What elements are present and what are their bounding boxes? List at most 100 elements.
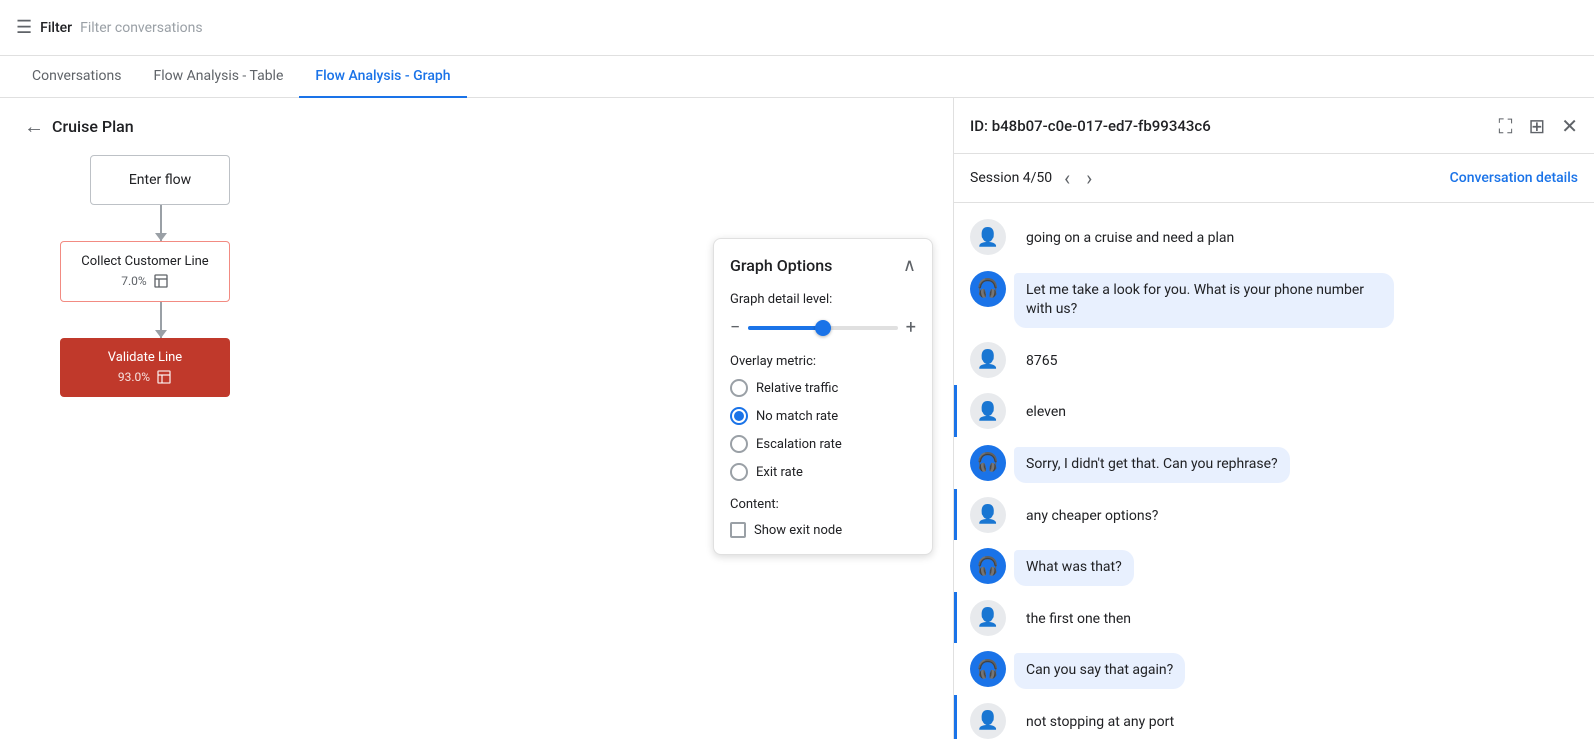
user-avatar-icon: 👤 [977, 401, 999, 422]
validate-node-title: Validate Line [76, 350, 214, 365]
conversation-details-link[interactable]: Conversation details [1450, 170, 1578, 186]
filter-bar: ☰ Filter Filter conversations [0, 0, 1594, 56]
radio-outer-exit [730, 463, 748, 481]
message-bubble: Can you say that again? [1014, 653, 1185, 689]
avatar: 👤 [970, 393, 1006, 429]
avatar: 🎧 [970, 651, 1006, 687]
graph-options-title: Graph Options [730, 256, 832, 275]
close-icon[interactable]: ✕ [1561, 114, 1578, 138]
prev-session-button[interactable]: ‹ [1060, 162, 1074, 194]
message-bubble: going on a cruise and need a plan [1014, 221, 1246, 257]
content-label: Content: [730, 497, 916, 512]
slider-thumb[interactable] [815, 320, 831, 336]
overlay-metric-label: Overlay metric: [730, 354, 916, 369]
radio-label-exit: Exit rate [756, 465, 803, 480]
slider-track[interactable] [748, 326, 897, 330]
radio-outer-escalation [730, 435, 748, 453]
filter-input-placeholder[interactable]: Filter conversations [80, 20, 202, 36]
avatar: 🎧 [970, 271, 1006, 307]
message-bubble: any cheaper options? [1014, 499, 1170, 535]
avatar: 🎧 [970, 548, 1006, 584]
radio-group: Relative traffic No match rate Escalatio… [730, 379, 916, 481]
graph-options-panel: Graph Options ∧ Graph detail level: − + … [713, 238, 933, 555]
bot-avatar-icon: 🎧 [977, 659, 999, 680]
header-icons: ⛶ ⊞ ✕ [1498, 114, 1578, 138]
bot-avatar-icon: 🎧 [977, 452, 999, 473]
enter-flow-node[interactable]: Enter flow [90, 155, 230, 205]
show-exit-node-checkbox[interactable]: Show exit node [730, 522, 916, 538]
collect-node[interactable]: Collect Customer Line 7.0% [60, 241, 230, 302]
message-bubble: eleven [1014, 395, 1078, 431]
message-bubble: Sorry, I didn't get that. Can you rephra… [1014, 447, 1290, 483]
tab-flow-table[interactable]: Flow Analysis - Table [137, 56, 299, 98]
validate-node[interactable]: Validate Line 93.0% [60, 338, 230, 397]
avatar: 👤 [970, 703, 1006, 739]
avatar: 👤 [970, 497, 1006, 533]
fullscreen-icon[interactable]: ⛶ [1498, 114, 1512, 138]
user-avatar-icon: 👤 [977, 710, 999, 731]
message-bubble: the first one then [1014, 602, 1143, 638]
graph-options-collapse[interactable]: ∧ [903, 255, 916, 276]
session-label: Session 4/50 [970, 170, 1052, 186]
checkbox-label: Show exit node [754, 523, 842, 538]
bot-avatar-icon: 🎧 [977, 556, 999, 577]
conversation-id: ID: b48b07-c0e-017-ed7-fb99343c6 [970, 117, 1211, 135]
message-row: 🎧 Can you say that again? [954, 643, 1594, 695]
radio-relative-traffic[interactable]: Relative traffic [730, 379, 916, 397]
avatar: 👤 [970, 600, 1006, 636]
slider-plus-button[interactable]: + [906, 317, 916, 338]
message-row: 👤 any cheaper options? [954, 489, 1594, 541]
tab-flow-graph[interactable]: Flow Analysis - Graph [299, 56, 466, 98]
validate-node-stats: 93.0% [76, 369, 214, 385]
graph-options-header: Graph Options ∧ [730, 255, 916, 276]
conversation-header: ID: b48b07-c0e-017-ed7-fb99343c6 ⛶ ⊞ ✕ [954, 98, 1594, 154]
validate-stat-value: 93.0% [118, 370, 150, 384]
page-title: Cruise Plan [52, 117, 134, 136]
validate-stat-icon [156, 369, 172, 385]
radio-no-match-rate[interactable]: No match rate [730, 407, 916, 425]
message-bubble: not stopping at any port [1014, 705, 1186, 739]
message-bubble: What was that? [1014, 550, 1134, 586]
user-avatar-icon: 👤 [977, 504, 999, 525]
message-row: 👤 8765 [954, 334, 1594, 386]
message-row: 👤 the first one then [954, 592, 1594, 644]
radio-label-no-match: No match rate [756, 409, 838, 424]
radio-outer-no-match [730, 407, 748, 425]
filter-icon: ☰ [16, 17, 32, 38]
message-bubble: 8765 [1014, 344, 1069, 380]
right-panel: ID: b48b07-c0e-017-ed7-fb99343c6 ⛶ ⊞ ✕ S… [954, 98, 1594, 739]
slider-row: − + [730, 317, 916, 338]
messages-area[interactable]: 👤going on a cruise and need a plan🎧Let m… [954, 203, 1594, 739]
collect-stat-icon [153, 273, 169, 289]
collect-node-stats: 7.0% [77, 273, 213, 289]
tab-conversations[interactable]: Conversations [16, 56, 137, 98]
message-row: 👤 eleven [954, 385, 1594, 437]
checkbox-box [730, 522, 746, 538]
conversation-subheader: Session 4/50 ‹ › Conversation details [954, 154, 1594, 203]
breadcrumb: ← Cruise Plan [0, 98, 953, 155]
detail-level-label: Graph detail level: [730, 292, 916, 307]
message-row: 🎧Let me take a look for you. What is you… [954, 263, 1594, 334]
user-avatar-icon: 👤 [977, 227, 999, 248]
radio-escalation-rate[interactable]: Escalation rate [730, 435, 916, 453]
slider-minus-button[interactable]: − [730, 317, 740, 338]
next-session-button[interactable]: › [1082, 162, 1096, 194]
radio-label-escalation: Escalation rate [756, 437, 842, 452]
grid-icon[interactable]: ⊞ [1528, 114, 1545, 138]
back-button[interactable]: ← [24, 114, 44, 139]
radio-outer-relative [730, 379, 748, 397]
avatar: 👤 [970, 219, 1006, 255]
message-row: 🎧 What was that? [954, 540, 1594, 592]
radio-exit-rate[interactable]: Exit rate [730, 463, 916, 481]
content-section: Content: Show exit node [730, 497, 916, 538]
message-row: 🎧 Sorry, I didn't get that. Can you rephr… [954, 437, 1594, 489]
user-avatar-icon: 👤 [977, 607, 999, 628]
main-area: ← Cruise Plan Enter flow Collect Custome… [0, 98, 1594, 739]
message-row: 👤 not stopping at any port [954, 695, 1594, 739]
left-panel: ← Cruise Plan Enter flow Collect Custome… [0, 98, 954, 739]
collect-stat-value: 7.0% [121, 274, 146, 288]
radio-label-relative: Relative traffic [756, 381, 838, 396]
message-bubble: Let me take a look for you. What is your… [1014, 273, 1394, 328]
session-info: Session 4/50 ‹ › [970, 162, 1096, 194]
user-avatar-icon: 👤 [977, 349, 999, 370]
